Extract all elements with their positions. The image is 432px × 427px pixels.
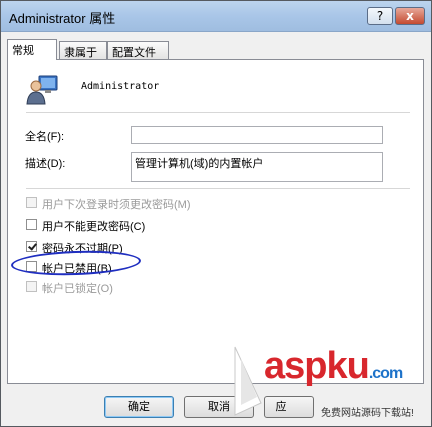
title-bar[interactable]: Administrator 属性 ? x <box>1 1 431 32</box>
checkbox-box[interactable] <box>26 197 37 208</box>
description-text: 管理计算机(域)的内置帐户 <box>135 158 264 170</box>
checkbox-label: 用户不能更改密码(C) <box>42 221 146 233</box>
tab-label: 常规 <box>12 45 34 57</box>
tab-label: 隶属于 <box>64 47 97 59</box>
tab-label: 配置文件 <box>112 47 156 59</box>
tab-profile[interactable]: 配置文件 <box>107 41 169 59</box>
tab-general[interactable]: 常规 <box>7 39 57 60</box>
checkbox-box[interactable] <box>26 241 37 252</box>
description-input[interactable]: 管理计算机(域)的内置帐户 <box>131 152 383 182</box>
window-title: Administrator 属性 <box>9 11 116 26</box>
checkbox-box[interactable] <box>26 281 37 292</box>
fullname-label: 全名(F): <box>25 131 65 143</box>
close-button[interactable]: x <box>395 7 425 25</box>
user-account-icon <box>26 75 58 105</box>
watermark-tagline: 免费网站源码下载站! <box>321 408 414 419</box>
checkbox-label: 用户下次登录时须更改密码(M) <box>42 199 191 211</box>
close-icon: x <box>406 9 414 23</box>
properties-window: Administrator 属性 ? x 常规 隶属于 配置文件 Adminis… <box>0 0 432 427</box>
ok-button[interactable]: 确定 <box>104 396 174 418</box>
general-panel: Administrator 全名(F): 描述(D): 管理计算机(域)的内置帐… <box>7 59 424 384</box>
help-button[interactable]: ? <box>367 7 393 25</box>
description-label: 描述(D): <box>25 158 66 170</box>
watermark-logo-text: aspku.com <box>264 345 403 387</box>
divider <box>26 188 410 190</box>
tab-member-of[interactable]: 隶属于 <box>59 41 107 59</box>
watermark: aspku.com 免费网站源码下载站! <box>227 341 432 427</box>
checkbox-label: 帐户已锁定(O) <box>42 283 113 295</box>
ok-button-label: 确定 <box>128 401 150 413</box>
help-icon: ? <box>376 9 384 23</box>
fullname-input[interactable] <box>131 126 383 144</box>
divider <box>26 112 410 114</box>
username-display: Administrator <box>81 81 160 92</box>
checkbox-box[interactable] <box>26 219 37 230</box>
